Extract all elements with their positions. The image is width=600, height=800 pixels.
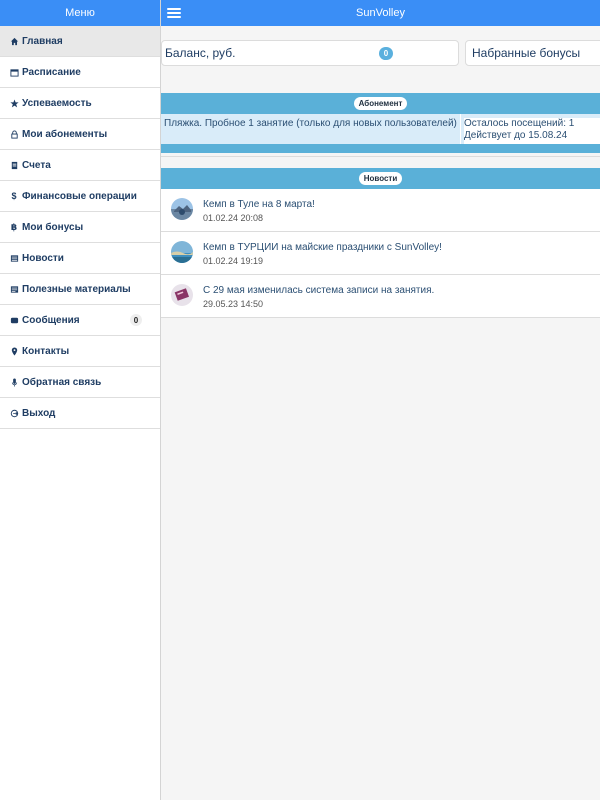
news-section-label: Новости [358, 172, 403, 185]
sidebar-item-label: Новости [22, 252, 64, 264]
balance-label: Баланс, руб. [165, 46, 236, 60]
sidebar-item-home[interactable]: Главная [0, 26, 160, 57]
home-icon [9, 37, 19, 46]
subscription-info: Осталось посещений: 1 Действует до 15.08… [464, 118, 600, 144]
sidebar-item-bonuses[interactable]: ฿ Мои бонусы [0, 212, 160, 243]
sidebar-item-progress[interactable]: Успеваемость [0, 88, 160, 119]
sidebar-item-label: Выход [22, 407, 56, 419]
sidebar-item-label: Расписание [22, 66, 81, 78]
sidebar-item-logout[interactable]: Выход [0, 398, 160, 429]
news-date: 01.02.24 19:19 [203, 256, 264, 266]
map-marker-icon [9, 346, 19, 356]
bonuses-card[interactable]: Набранные бонусы [465, 40, 600, 66]
sidebar-item-finance[interactable]: $ Финансовые операции [0, 181, 160, 212]
sidebar-item-label: Мои бонусы [22, 221, 84, 233]
news-thumbnail [171, 198, 193, 220]
sidebar-item-label: Главная [22, 35, 63, 47]
sidebar-item-subscriptions[interactable]: Мои абонементы [0, 119, 160, 150]
news-section-header: Новости [161, 168, 600, 189]
balance-count-badge: 0 [379, 47, 393, 60]
bonuses-label: Набранные бонусы [472, 46, 581, 60]
news-date: 29.05.23 14:50 [203, 299, 264, 309]
news-list: Кемп в Туле на 8 марта! 01.02.24 20:08 К… [161, 189, 600, 318]
sidebar-item-feedback[interactable]: Обратная связь [0, 367, 160, 398]
subscription-name: Пляжка. Пробное 1 занятие (только для но… [164, 118, 457, 129]
sidebar-item-label: Финансовые операции [22, 190, 137, 202]
sidebar-item-label: Контакты [22, 345, 70, 357]
sidebar-item-news[interactable]: Новости [0, 243, 160, 274]
app-title: SunVolley [356, 7, 405, 19]
invoice-icon [9, 161, 19, 170]
hamburger-menu-icon[interactable] [167, 8, 181, 18]
sidebar-item-schedule[interactable]: Расписание [0, 57, 160, 88]
sidebar-item-label: Сообщения [22, 314, 80, 326]
sidebar-header: Меню [0, 0, 160, 26]
subscription-row[interactable]: Пляжка. Пробное 1 занятие (только для но… [161, 114, 600, 144]
sidebar-item-label: Успеваемость [22, 97, 92, 109]
sidebar-item-materials[interactable]: Полезные материалы [0, 274, 160, 305]
news-thumbnail [171, 284, 193, 306]
news-title: Кемп в Туле на 8 марта! [203, 199, 315, 210]
sidebar: Меню Главная Расписание Успеваемость Мои… [0, 0, 161, 800]
sidebar-title: Меню [65, 7, 95, 19]
divider [161, 156, 600, 157]
list-icon [9, 254, 19, 263]
subscription-section-label: Абонемент [353, 97, 408, 110]
sidebar-item-invoices[interactable]: Счета [0, 150, 160, 181]
news-item[interactable]: Кемп в ТУРЦИИ на майские праздники с Sun… [161, 232, 600, 275]
lock-icon [9, 129, 19, 139]
subscription-valid-until: Действует до 15.08.24 [464, 130, 568, 141]
news-item[interactable]: С 29 мая изменилась система записи на за… [161, 275, 600, 318]
balance-card[interactable]: Баланс, руб. 0 [161, 40, 459, 66]
sidebar-item-label: Полезные материалы [22, 283, 131, 295]
dollar-icon: $ [11, 191, 17, 201]
subscription-section-header: Абонемент [161, 93, 600, 114]
main-content: Баланс, руб. 0 Набранные бонусы Абонемен… [161, 26, 600, 800]
menu-list: Главная Расписание Успеваемость Мои абон… [0, 26, 160, 429]
sidebar-item-messages[interactable]: Сообщения 0 [0, 305, 160, 336]
sidebar-item-label: Обратная связь [22, 376, 102, 388]
news-title: Кемп в ТУРЦИИ на майские праздники с Sun… [203, 242, 442, 253]
subscription-remaining: Осталось посещений: 1 [464, 118, 575, 129]
book-icon [9, 285, 19, 294]
subscription-footer-bar [161, 144, 600, 153]
microphone-icon [9, 377, 19, 387]
news-item[interactable]: Кемп в Туле на 8 марта! 01.02.24 20:08 [161, 189, 600, 232]
news-thumbnail [171, 241, 193, 263]
sidebar-item-label: Счета [22, 159, 51, 171]
calendar-icon [9, 68, 19, 77]
logout-icon [9, 409, 19, 418]
divider [460, 114, 461, 144]
news-date: 01.02.24 20:08 [203, 213, 264, 223]
top-bar: SunVolley [161, 0, 600, 26]
sidebar-item-contacts[interactable]: Контакты [0, 336, 160, 367]
message-icon [9, 316, 19, 325]
bitcoin-icon: ฿ [10, 221, 18, 232]
news-title: С 29 мая изменилась система записи на за… [203, 285, 435, 296]
star-icon [9, 98, 19, 108]
messages-count-badge: 0 [130, 314, 142, 326]
sidebar-item-label: Мои абонементы [22, 128, 108, 140]
